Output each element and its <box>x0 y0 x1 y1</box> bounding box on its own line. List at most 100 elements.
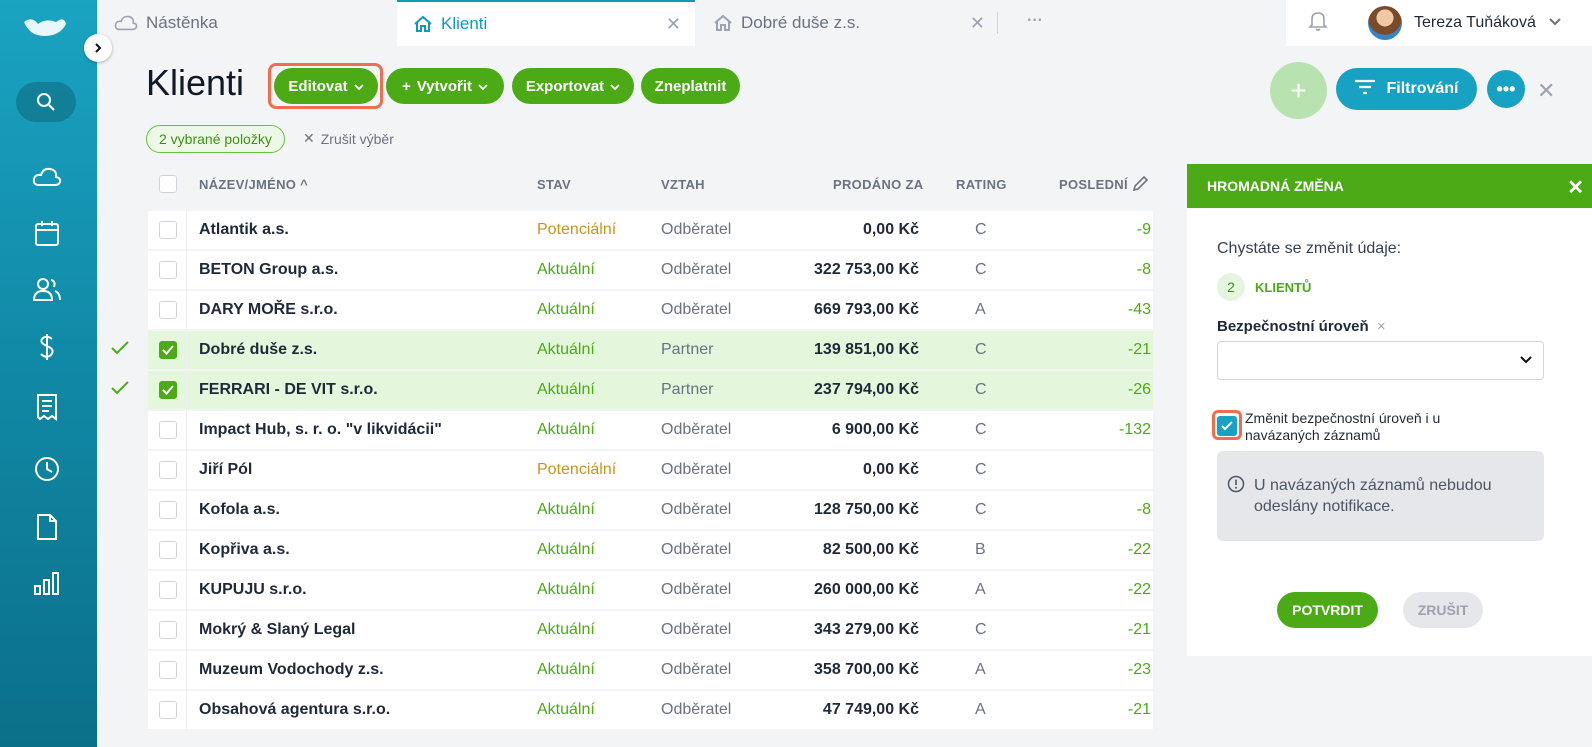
client-name[interactable]: KUPUJU s.r.o. <box>199 581 307 599</box>
column-rating-header[interactable]: RATING <box>956 177 1007 192</box>
linked-records-checkbox[interactable] <box>1217 416 1237 436</box>
client-name[interactable]: Jiří Pól <box>199 461 252 479</box>
row-checkbox[interactable] <box>159 461 177 479</box>
client-last: -23 <box>1127 661 1151 678</box>
row-checkbox[interactable] <box>159 261 177 279</box>
app-logo-icon[interactable] <box>22 14 68 45</box>
client-sold: 237 794,00 Kč <box>814 381 919 398</box>
table-row[interactable]: Kofola a.s. Aktuální Odběratel 128 750,00 K… <box>148 491 1153 529</box>
row-checkbox[interactable] <box>159 661 177 679</box>
invoice-icon[interactable] <box>30 390 64 424</box>
invalidate-button[interactable]: Zneplatnit <box>641 68 740 104</box>
tab-klienti[interactable]: Klienti ✕ <box>397 0 695 46</box>
clear-selection-link[interactable]: ✕ Zrušit výběr <box>303 130 394 147</box>
add-button[interactable]: + <box>1270 62 1327 119</box>
client-name[interactable]: Atlantik a.s. <box>199 221 289 239</box>
close-icon[interactable]: ✕ <box>1537 78 1555 104</box>
table-row[interactable]: Atlantik a.s. Potenciální Odběratel 0,00 Kč… <box>148 211 1153 249</box>
document-icon[interactable] <box>30 510 64 544</box>
avatar[interactable] <box>1368 6 1402 40</box>
client-name[interactable]: Impact Hub, s. r. o. "v likvidácii" <box>199 421 442 439</box>
row-checkbox[interactable] <box>159 301 177 319</box>
table-row[interactable]: Muzeum Vodochody z.s. Aktuální Odběratel 35… <box>148 651 1153 689</box>
row-checkbox[interactable] <box>159 541 177 559</box>
client-sold: 669 793,00 Kč <box>814 301 919 318</box>
client-status: Aktuální <box>537 301 595 318</box>
table-row[interactable]: FERRARI - DE VIT s.r.o. Aktuální Partner 23… <box>148 371 1153 409</box>
row-checkbox[interactable] <box>159 341 177 359</box>
table-row[interactable]: Mokrý & Slaný Legal Aktuální Odběratel 343 … <box>148 611 1153 649</box>
security-level-select[interactable] <box>1217 341 1544 380</box>
client-name[interactable]: Mokrý & Slaný Legal <box>199 621 356 639</box>
client-status: Aktuální <box>537 541 595 558</box>
column-vztah-header[interactable]: VZTAH <box>661 177 705 192</box>
row-divider <box>186 371 187 409</box>
client-name[interactable]: Kopřiva a.s. <box>199 541 290 559</box>
column-stav-header[interactable]: STAV <box>537 177 571 192</box>
client-name[interactable]: Obsahová agentura s.r.o. <box>199 701 390 719</box>
client-name[interactable]: FERRARI - DE VIT s.r.o. <box>199 381 378 399</box>
edit-button[interactable]: Editovat <box>274 68 378 104</box>
panel-close-icon[interactable]: ✕ <box>1567 175 1584 200</box>
table-row[interactable]: KUPUJU s.r.o. Aktuální Odběratel 260 000,00… <box>148 571 1153 609</box>
row-checkbox[interactable] <box>159 621 177 639</box>
tabs-more-icon[interactable]: ··· <box>1027 12 1043 30</box>
users-icon[interactable] <box>30 272 64 306</box>
table-row[interactable]: Jiří Pól Potenciální Odběratel 0,00 Kč C <box>148 451 1153 489</box>
tab-close-icon[interactable]: ✕ <box>970 13 985 34</box>
bell-icon[interactable] <box>1308 10 1328 37</box>
more-options-button[interactable]: ••• <box>1487 70 1525 108</box>
search-icon[interactable] <box>16 82 76 122</box>
client-name[interactable]: Muzeum Vodochody z.s. <box>199 661 384 679</box>
tab-dobre-duse[interactable]: Dobré duše z.s. ✕ <box>697 0 997 46</box>
row-checkbox[interactable] <box>159 581 177 599</box>
table-row[interactable]: Dobré duše z.s. Aktuální Partner 139 851,00… <box>148 331 1153 369</box>
column-name-header[interactable]: NÁZEV/JMÉNO ^ <box>199 177 308 192</box>
clock-icon[interactable] <box>30 452 64 486</box>
export-button[interactable]: Exportovat <box>512 68 634 104</box>
row-divider <box>186 491 187 529</box>
confirm-button[interactable]: POTVRDIT <box>1277 592 1378 628</box>
user-name[interactable]: Tereza Tuňáková <box>1414 14 1536 32</box>
client-name[interactable]: BETON Group a.s. <box>199 261 338 279</box>
dollar-icon[interactable] <box>30 330 64 364</box>
remove-field-icon[interactable]: × <box>1377 318 1386 335</box>
sidebar-expand-icon[interactable] <box>84 34 112 62</box>
filter-label: Filtrování <box>1386 80 1459 97</box>
row-checkbox[interactable] <box>159 381 177 399</box>
client-sold: 47 749,00 Kč <box>822 701 919 718</box>
edit-label: Editovat <box>288 77 348 95</box>
reports-icon[interactable] <box>30 566 64 600</box>
security-level-label: Bezpečnostní úroveň × <box>1217 318 1386 335</box>
chevron-down-icon[interactable] <box>1548 14 1562 32</box>
table-row[interactable]: BETON Group a.s. Aktuální Odběratel 322 753… <box>148 251 1153 289</box>
row-divider <box>186 571 187 609</box>
tab-nastenka[interactable]: Nástěnka <box>114 0 394 46</box>
client-name[interactable]: Dobré duše z.s. <box>199 341 317 359</box>
select-all-checkbox[interactable] <box>159 175 177 193</box>
table-row[interactable]: DARY MOŘE s.r.o. Aktuální Odběratel 669 793… <box>148 291 1153 329</box>
column-posledni-header[interactable]: POSLEDNÍ <box>1059 177 1128 192</box>
edit-columns-icon[interactable] <box>1131 175 1149 196</box>
table-row[interactable]: Impact Hub, s. r. o. "v likvidácii" Aktuá… <box>148 411 1153 449</box>
row-checkbox[interactable] <box>159 421 177 439</box>
column-prodano-header[interactable]: PRODÁNO ZA <box>833 177 923 192</box>
table-row[interactable]: Kopřiva a.s. Aktuální Odběratel 82 500,00 K… <box>148 531 1153 569</box>
count-label: KLIENTŮ <box>1255 279 1312 295</box>
linked-records-label[interactable]: Změnit bezpečnostní úroveň i u navázanýc… <box>1245 410 1505 444</box>
user-area: Tereza Tuňáková <box>1286 0 1592 46</box>
filter-button[interactable]: Filtrování <box>1336 68 1477 110</box>
calendar-icon[interactable] <box>30 216 64 250</box>
row-checkbox[interactable] <box>159 701 177 719</box>
cloud-icon[interactable] <box>30 160 64 194</box>
client-rating: C <box>975 261 987 278</box>
row-checkbox[interactable] <box>159 501 177 519</box>
row-checkbox[interactable] <box>159 221 177 239</box>
cancel-button[interactable]: ZRUŠIT <box>1403 592 1483 628</box>
selected-items-chip[interactable]: 2 vybrané položky <box>146 125 285 153</box>
create-button[interactable]: + Vytvořit <box>386 68 504 104</box>
client-name[interactable]: DARY MOŘE s.r.o. <box>199 301 338 319</box>
tab-close-icon[interactable]: ✕ <box>666 14 681 35</box>
client-name[interactable]: Kofola a.s. <box>199 501 280 519</box>
table-row[interactable]: Obsahová agentura s.r.o. Aktuální Odběrate… <box>148 691 1153 729</box>
